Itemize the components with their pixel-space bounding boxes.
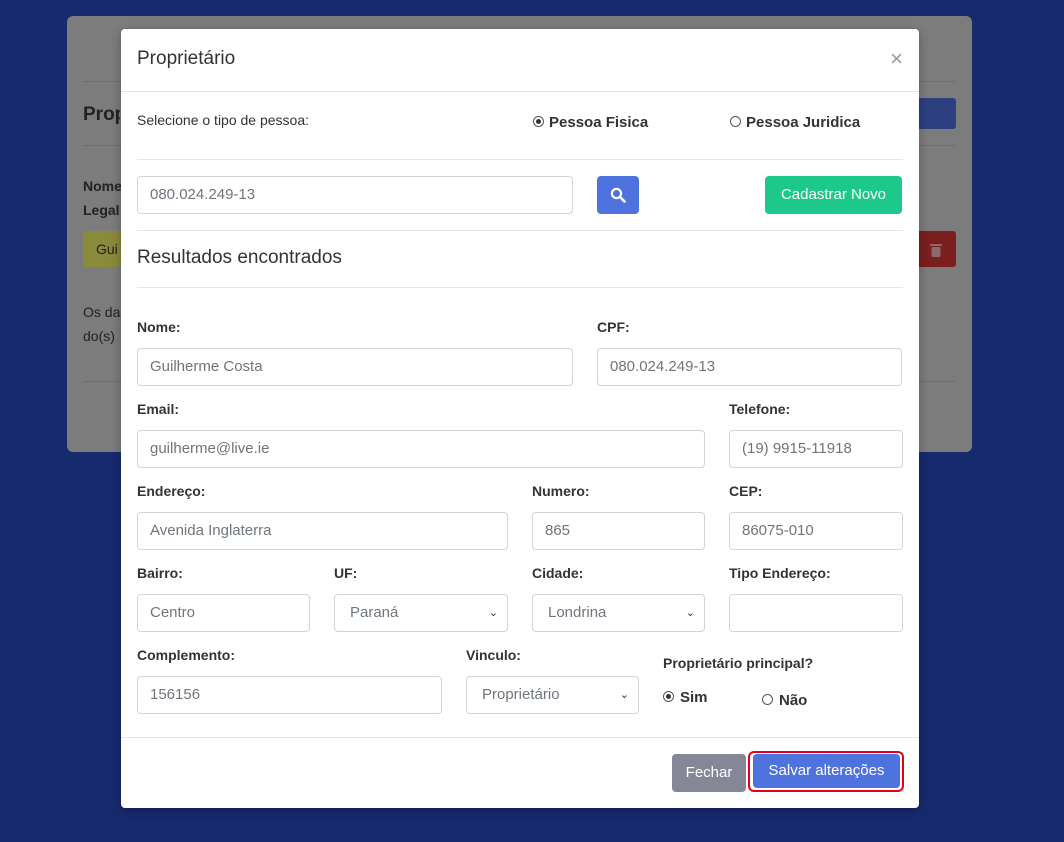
bairro-label: Bairro:: [137, 565, 183, 581]
save-button[interactable]: Salvar alterações: [753, 754, 900, 788]
tipo-endereco-label: Tipo Endereço:: [729, 565, 831, 581]
cep-label: CEP:: [729, 483, 763, 499]
tipo-endereco-input[interactable]: [729, 594, 903, 632]
radio-pessoa-fisica[interactable]: [533, 116, 544, 127]
uf-select[interactable]: Paraná ⌄: [334, 594, 508, 632]
nome-label: Nome:: [137, 319, 181, 335]
telefone-label: Telefone:: [729, 401, 791, 417]
background-text: Os da: [83, 304, 121, 320]
email-label: Email:: [137, 401, 180, 417]
background-title: Prop: [83, 104, 120, 125]
chevron-down-icon: ⌄: [685, 607, 695, 619]
numero-input[interactable]: 865: [532, 512, 705, 550]
cpf-input[interactable]: 080.024.249-13: [597, 348, 902, 386]
background-text: do(s): [83, 328, 115, 344]
endereco-label: Endereço:: [137, 483, 206, 499]
person-type-label: Selecione o tipo de pessoa:: [137, 112, 310, 128]
radio-pessoa-juridica-label[interactable]: Pessoa Juridica: [746, 114, 860, 131]
modal-footer-divider: [121, 737, 919, 738]
background-label: Legal: [83, 202, 120, 218]
modal-title: Proprietário: [137, 48, 236, 69]
bairro-input[interactable]: Centro: [137, 594, 310, 632]
vinculo-select-value: Proprietário: [482, 686, 560, 703]
background-delete-button: [916, 231, 956, 267]
results-title: Resultados encontrados: [137, 247, 342, 268]
principal-label: Proprietário principal?: [663, 655, 814, 671]
vinculo-label: Vinculo:: [466, 647, 521, 663]
cidade-label: Cidade:: [532, 565, 584, 581]
close-button[interactable]: Fechar: [672, 754, 746, 792]
complemento-input[interactable]: 156156: [137, 676, 442, 714]
radio-nao-label[interactable]: Não: [779, 692, 807, 709]
register-new-button[interactable]: Cadastrar Novo: [765, 176, 902, 214]
telefone-input[interactable]: (19) 9915-11918: [729, 430, 903, 468]
modal-header: Proprietário ×: [121, 29, 919, 92]
complemento-label: Complemento:: [137, 647, 235, 663]
search-icon: [610, 187, 626, 203]
background-label: Nome: [83, 178, 121, 194]
uf-select-value: Paraná: [350, 604, 399, 621]
background-blue-button: [916, 98, 956, 129]
endereco-input[interactable]: Avenida Inglaterra: [137, 512, 508, 550]
background-yellow-item: Gui: [83, 231, 121, 267]
radio-pessoa-juridica[interactable]: [730, 116, 741, 127]
numero-label: Numero:: [532, 483, 590, 499]
radio-pessoa-fisica-label[interactable]: Pessoa Fisica: [549, 114, 648, 131]
divider: [137, 230, 903, 231]
cidade-select-value: Londrina: [548, 604, 607, 621]
chevron-down-icon: ⌄: [619, 689, 629, 701]
cep-input[interactable]: 86075-010: [729, 512, 903, 550]
cidade-select[interactable]: Londrina ⌄: [532, 594, 705, 632]
cpf-label: CPF:: [597, 319, 630, 335]
trash-icon: [930, 244, 942, 258]
vinculo-select[interactable]: Proprietário ⌄: [466, 676, 639, 714]
divider: [137, 159, 903, 160]
nome-input[interactable]: Guilherme Costa: [137, 348, 573, 386]
radio-sim-label[interactable]: Sim: [680, 689, 708, 706]
radio-sim[interactable]: [663, 691, 674, 702]
search-input[interactable]: 080.024.249-13: [137, 176, 573, 214]
email-input[interactable]: guilherme@live.ie: [137, 430, 705, 468]
close-icon[interactable]: ×: [890, 46, 903, 72]
search-button[interactable]: [597, 176, 639, 214]
divider: [137, 287, 903, 288]
owner-modal: Proprietário × Selecione o tipo de pesso…: [121, 29, 919, 808]
radio-nao[interactable]: [762, 694, 773, 705]
uf-label: UF:: [334, 565, 358, 581]
chevron-down-icon: ⌄: [488, 607, 498, 619]
